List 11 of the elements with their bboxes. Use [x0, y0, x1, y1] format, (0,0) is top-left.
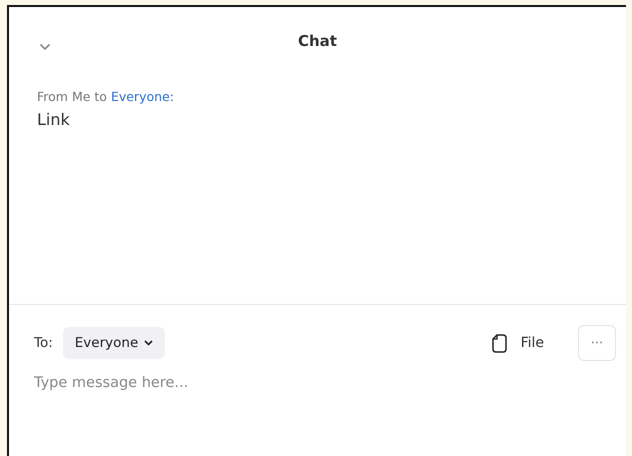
file-icon — [492, 334, 507, 352]
chevron-down-icon[interactable] — [39, 43, 51, 51]
chevron-down-icon — [144, 340, 154, 346]
message-text: Link — [37, 110, 71, 129]
panel-title: Chat — [298, 32, 337, 50]
more-button[interactable]: ··· — [578, 325, 616, 361]
recipient-label: Everyone: — [110, 89, 174, 104]
file-button[interactable]: File — [486, 332, 550, 354]
recipient-dropdown[interactable]: Everyone — [62, 327, 166, 359]
to-label: To: — [34, 335, 53, 351]
sender-label: From Me to — [37, 89, 107, 104]
